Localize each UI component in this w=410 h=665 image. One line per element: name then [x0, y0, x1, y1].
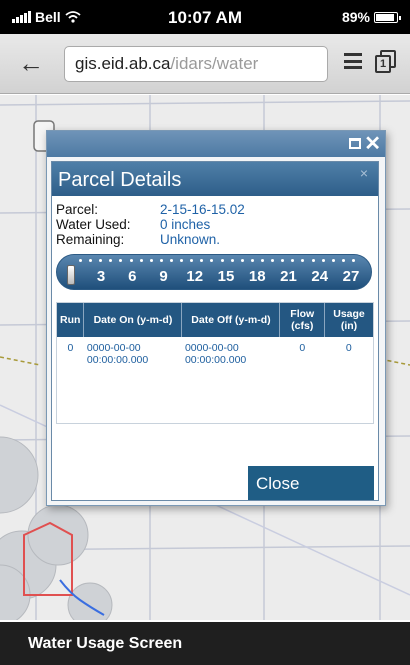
cell-usage: 0 — [345, 342, 352, 354]
parcel-info: Parcel: 2-15-16-15.02 Water Used: 0 inch… — [56, 202, 245, 247]
slider-dot — [129, 259, 133, 262]
browser-toolbar: ← gis.eid.ab.ca/idars/water 1 — [0, 34, 410, 94]
water-used-row: Water Used: 0 inches — [56, 217, 245, 232]
parcel-details-panel: Parcel Details × Parcel: 2-15-16-15.02 W… — [51, 161, 379, 501]
slider-dot — [119, 259, 123, 262]
parcel-value: 2-15-16-15.02 — [160, 202, 245, 217]
slider-dot — [321, 259, 325, 262]
slider-tick-label: 9 — [159, 268, 168, 285]
table-row[interactable]: 0 0000-00-00 00:00:00.000 0000-00-00 00:… — [57, 337, 373, 371]
remaining-value: Unknown. — [160, 232, 221, 247]
outer-close-icon[interactable]: ✕ — [364, 131, 381, 157]
runs-table: Run Date On (y-m-d) Date Off (y-m-d) Flo… — [57, 303, 373, 371]
panel-dismiss-icon[interactable]: × — [360, 165, 368, 181]
panel-title: Parcel Details — [58, 169, 182, 191]
remaining-row: Remaining: Unknown. — [56, 232, 245, 247]
cell-run: 0 — [67, 342, 74, 354]
water-used-value: 0 inches — [160, 217, 211, 232]
runs-table-container: Run Date On (y-m-d) Date Off (y-m-d) Flo… — [56, 302, 374, 424]
slider-thumb[interactable] — [67, 265, 75, 285]
url-domain: gis.eid.ab.ca — [75, 54, 171, 73]
slider-dot — [291, 259, 295, 262]
slider-dot — [169, 259, 173, 262]
status-bar: Bell 10:07 AM 89% — [0, 0, 410, 34]
slider-dot — [331, 259, 335, 262]
slider-dot — [149, 259, 153, 262]
slider-dot — [301, 259, 305, 262]
water-used-label: Water Used: — [56, 217, 131, 232]
slider-dot — [210, 259, 214, 262]
slider-dot — [190, 259, 194, 262]
slider-dot — [230, 259, 234, 262]
close-button[interactable]: Close — [248, 466, 374, 500]
slider-tick-label: 12 — [186, 268, 204, 285]
parcel-label: Parcel: — [56, 202, 99, 217]
slider-dot — [89, 259, 93, 262]
url-field[interactable]: gis.eid.ab.ca/idars/water — [64, 46, 328, 82]
slider-dot — [240, 259, 244, 262]
slider-tick-label: 21 — [280, 268, 297, 285]
slider-tick-label: 24 — [311, 268, 329, 285]
run-slider[interactable]: 3 6 9 12 15 18 21 24 27 — [56, 254, 372, 290]
back-arrow-icon[interactable]: ← — [18, 50, 44, 76]
slider-tick-label: 6 — [128, 268, 137, 285]
slider-tick-label: 15 — [217, 268, 235, 285]
slider-dot — [79, 259, 82, 262]
slider-dot — [220, 259, 224, 262]
header-date-off: Date Off (y-m-d) — [181, 303, 281, 337]
url-path: /idars/water — [170, 54, 259, 73]
caption-bar: Water Usage Screen — [0, 622, 410, 665]
menu-icon[interactable] — [344, 53, 362, 69]
slider-tick-label: 3 — [96, 268, 106, 285]
slider-dot — [139, 259, 143, 262]
slider-dot — [180, 259, 184, 262]
tabs-count: 1 — [375, 55, 391, 73]
slider-dot — [200, 259, 204, 262]
tabs-icon[interactable]: 1 — [375, 50, 397, 74]
remaining-label: Remaining: — [56, 232, 125, 247]
slider-dots — [79, 259, 355, 265]
slider-dot — [109, 259, 113, 262]
cell-date-on: 0000-00-00 00:00:00.000 — [86, 342, 149, 366]
panel-header: Parcel Details × — [52, 162, 378, 196]
slider-dot — [99, 259, 103, 262]
battery-group: 89% — [341, 9, 401, 25]
header-usage: Usage (in) — [324, 303, 373, 337]
header-flow: Flow (cfs) — [279, 303, 326, 337]
slider-dot — [341, 259, 345, 262]
battery-percent: 89% — [341, 9, 370, 25]
slider-dot — [250, 259, 254, 262]
slider-dot — [271, 259, 275, 262]
slider-dot — [159, 259, 163, 262]
table-header-row: Run Date On (y-m-d) Date Off (y-m-d) Flo… — [57, 303, 373, 337]
slider-dot — [351, 259, 355, 262]
slider-tick-label: 27 — [342, 268, 360, 285]
battery-icon — [374, 11, 401, 23]
maximize-icon[interactable] — [349, 138, 361, 149]
slider-dot — [260, 259, 264, 262]
outer-dialog-titlebar: ✕ — [47, 131, 385, 157]
outer-dialog: ✕ Parcel Details × Parcel: 2-15-16-15.02… — [46, 130, 386, 506]
slider-dot — [281, 259, 285, 262]
header-date-on: Date On (y-m-d) — [83, 303, 183, 337]
cell-date-off: 0000-00-00 00:00:00.000 — [184, 342, 247, 366]
cell-flow: 0 — [299, 342, 306, 354]
slider-tick-label: 18 — [248, 268, 266, 285]
slider-dot — [311, 259, 315, 262]
parcel-row: Parcel: 2-15-16-15.02 — [56, 202, 245, 217]
header-run: Run — [57, 303, 85, 337]
